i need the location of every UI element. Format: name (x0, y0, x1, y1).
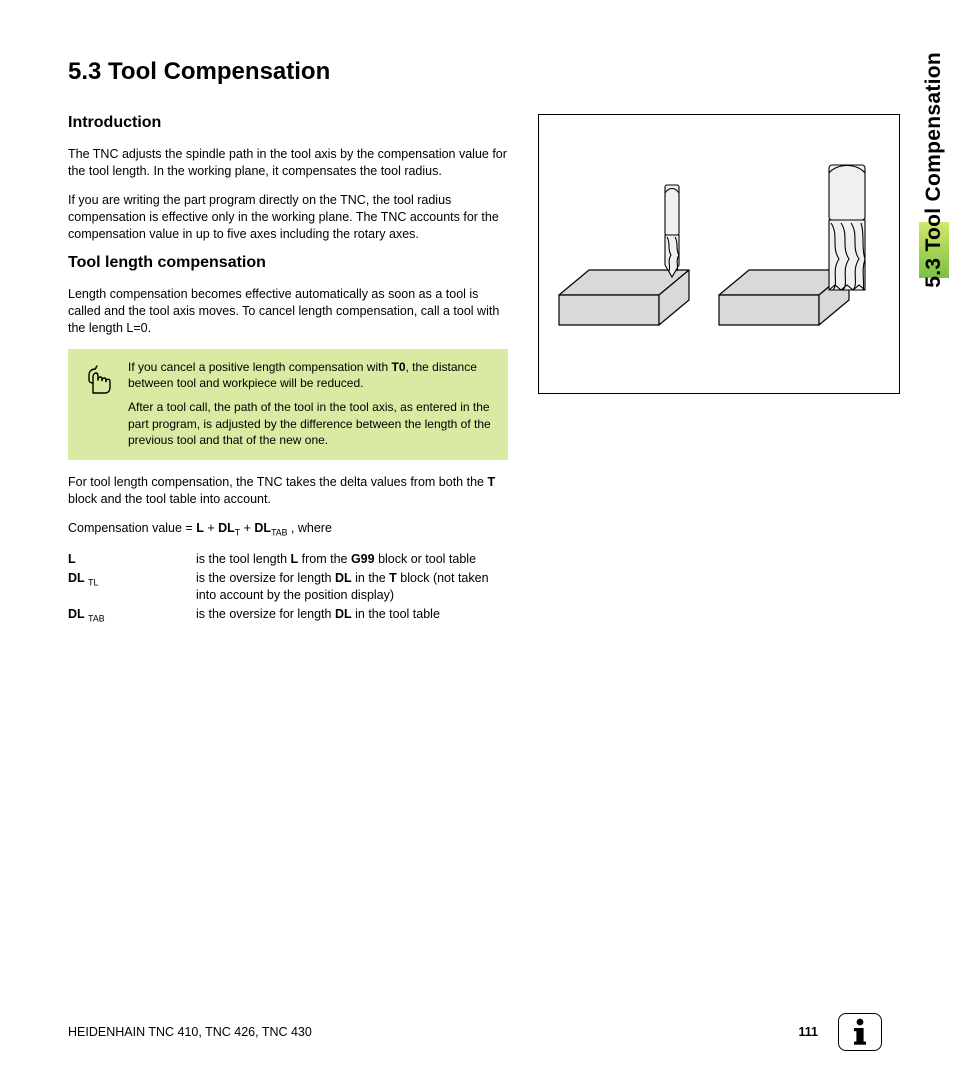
footer-text: HEIDENHAIN TNC 410, TNC 426, TNC 430 (68, 1025, 312, 1039)
page-number: 111 (799, 1025, 818, 1039)
intro-para-2: If you are writing the part program dire… (68, 192, 508, 243)
intro-para-1: The TNC adjusts the spindle path in the … (68, 146, 508, 180)
page-footer: HEIDENHAIN TNC 410, TNC 426, TNC 430 111 (68, 1013, 882, 1051)
note-para-1: If you cancel a positive length compensa… (128, 359, 496, 391)
intro-heading: Introduction (68, 114, 508, 132)
tlc-heading: Tool length compensation (68, 254, 508, 272)
hand-point-icon (80, 359, 114, 448)
tlc-para-2: For tool length compensation, the TNC ta… (68, 474, 508, 508)
note-box: If you cancel a positive length compensa… (68, 349, 508, 460)
table-row: L is the tool length L from the G99 bloc… (68, 551, 508, 568)
note-para-2: After a tool call, the path of the tool … (128, 399, 496, 448)
tlc-para-1: Length compensation becomes effective au… (68, 286, 508, 337)
tool-compensation-figure (538, 114, 900, 394)
side-tab: 5.3 Tool Compensation (922, 52, 946, 288)
definitions-table: L is the tool length L from the G99 bloc… (68, 551, 508, 625)
table-row: DL TL is the oversize for length DL in t… (68, 570, 508, 604)
info-icon (838, 1013, 882, 1051)
compensation-equation: Compensation value = L + DLT + DLTAB , w… (68, 520, 508, 539)
page-heading: 5.3 Tool Compensation (68, 58, 882, 86)
table-row: DL TAB is the oversize for length DL in … (68, 606, 508, 625)
